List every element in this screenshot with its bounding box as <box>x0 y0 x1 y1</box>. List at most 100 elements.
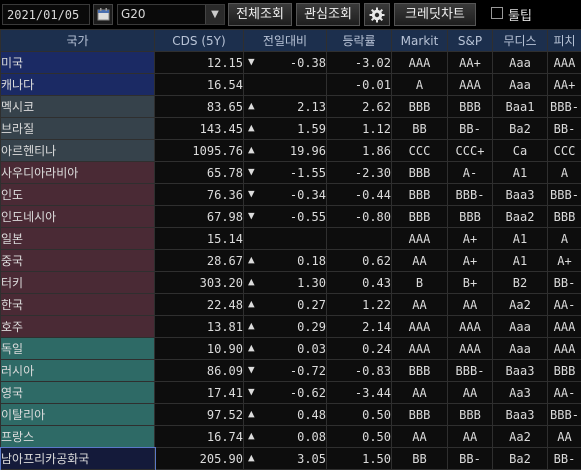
column-header-sp[interactable]: S&P <box>447 29 493 52</box>
country-cell[interactable]: 영국 <box>0 381 155 404</box>
overall-query-button[interactable]: 전체조회 <box>228 3 292 26</box>
change-value: 1.59 <box>297 121 326 136</box>
table-row[interactable]: 인도네시아 67.98 ▼ -0.55 -0.80 BBB BBB Baa2 BBB <box>0 205 581 228</box>
change-value: 3.05 <box>297 451 326 466</box>
table-row[interactable]: 중국 28.67 ▲ 0.18 0.62 AA A+ A1 A+ <box>0 249 581 272</box>
markit-cell: AA <box>391 381 448 404</box>
country-cell[interactable]: 사우디아라비아 <box>0 161 155 184</box>
country-cell[interactable]: 한국 <box>0 293 155 316</box>
table-row[interactable]: 이탈리아 97.52 ▲ 0.48 0.50 BBB BBB Baa3 BBB- <box>0 403 581 426</box>
table-row[interactable]: 아르헨티나 1095.76 ▲ 19.96 1.86 CCC CCC+ Ca CCC <box>0 139 581 162</box>
fitch-cell: BBB <box>547 359 581 382</box>
country-cell[interactable]: 아르헨티나 <box>0 139 155 162</box>
country-cell[interactable]: 러시아 <box>0 359 155 382</box>
change-value: 19.96 <box>289 143 326 158</box>
country-cell[interactable]: 호주 <box>0 315 155 338</box>
country-cell[interactable]: 남아프리카공화국 <box>0 446 156 470</box>
column-header-country[interactable]: 국가 <box>0 29 155 52</box>
table-row[interactable]: 멕시코 83.65 ▲ 2.13 2.62 BBB BBB Baa1 BBB- <box>0 95 581 118</box>
cds-cell: 143.45 <box>154 117 244 140</box>
table-row[interactable]: 브라질 143.45 ▲ 1.59 1.12 BB BB- Ba2 BB- <box>0 117 581 140</box>
column-header-rate[interactable]: 등락률 <box>326 29 392 52</box>
markit-cell: BB <box>391 447 448 470</box>
moodys-cell: Baa3 <box>492 359 548 382</box>
column-header-cds[interactable]: CDS (5Y) <box>154 29 244 52</box>
table-row[interactable]: 남아프리카공화국 205.90 ▲ 3.05 1.50 BB BB- Ba2 BB- <box>0 446 581 470</box>
tooltip-checkbox[interactable] <box>491 7 503 19</box>
country-cell[interactable]: 독일 <box>0 337 155 360</box>
table-row[interactable]: 프랑스 16.74 ▲ 0.08 0.50 AA AA Aa2 AA <box>0 425 581 448</box>
moodys-cell: Aa3 <box>492 381 548 404</box>
table-row[interactable]: 한국 22.48 ▲ 0.27 1.22 AA AA Aa2 AA- <box>0 293 581 316</box>
table-row[interactable]: 캐나다 16.54 -0.01 A AAA Aaa AA+ <box>0 73 581 96</box>
cds-cell: 28.67 <box>154 249 244 272</box>
table-row[interactable]: 터키 303.20 ▲ 1.30 0.43 B B+ B2 BB- <box>0 271 581 294</box>
country-cell[interactable]: 인도네시아 <box>0 205 155 228</box>
column-header-fitch[interactable]: 피치 <box>547 29 581 52</box>
table-row[interactable]: 일본 15.14 AAA A+ A1 A <box>0 227 581 250</box>
column-header-moodys[interactable]: 무디스 <box>492 29 548 52</box>
country-cell[interactable]: 캐나다 <box>0 73 155 96</box>
sp-cell: A- <box>447 161 493 184</box>
table-row[interactable]: 러시아 86.09 ▼ -0.72 -0.83 BBB BBB- Baa3 BBB <box>0 359 581 382</box>
markit-cell: BBB <box>391 161 448 184</box>
triangle-down-icon: ▼ <box>248 385 255 398</box>
fitch-cell: A <box>547 161 581 184</box>
table-row[interactable]: 인도 76.36 ▼ -0.34 -0.44 BBB BBB- Baa3 BBB- <box>0 183 581 206</box>
country-cell[interactable]: 브라질 <box>0 117 155 140</box>
table-row[interactable]: 미국 12.15 ▼ -0.38 -3.02 AAA AA+ Aaa AAA <box>0 51 581 74</box>
fitch-cell: AAA <box>547 337 581 360</box>
column-header-markit[interactable]: Markit <box>391 29 448 52</box>
triangle-up-icon: ▲ <box>248 319 255 332</box>
change-cell: ▼ -1.55 <box>243 161 327 184</box>
country-cell[interactable]: 프랑스 <box>0 425 155 448</box>
chevron-down-icon[interactable]: ▼ <box>205 5 224 24</box>
change-cell: ▲ 0.18 <box>243 249 327 272</box>
fitch-cell: AA- <box>547 293 581 316</box>
sp-cell: A+ <box>447 227 493 250</box>
markit-cell: BBB <box>391 95 448 118</box>
triangle-up-icon: ▲ <box>248 275 255 288</box>
change-value: -0.72 <box>289 363 326 378</box>
country-cell[interactable]: 인도 <box>0 183 155 206</box>
change-value: 0.18 <box>297 253 326 268</box>
change-cell: ▼ -0.55 <box>243 205 327 228</box>
triangle-up-icon: ▲ <box>248 297 255 310</box>
markit-cell: AA <box>391 425 448 448</box>
sp-cell: AAA <box>447 337 493 360</box>
table-row[interactable]: 독일 10.90 ▲ 0.03 0.24 AAA AAA Aaa AAA <box>0 337 581 360</box>
markit-cell: AA <box>391 293 448 316</box>
fitch-cell: AA+ <box>547 73 581 96</box>
table-row[interactable]: 영국 17.41 ▼ -0.62 -3.44 AA AA Aa3 AA- <box>0 381 581 404</box>
rate-cell: 1.12 <box>326 117 392 140</box>
moodys-cell: A1 <box>492 161 548 184</box>
country-cell[interactable]: 이탈리아 <box>0 403 155 426</box>
settings-button[interactable] <box>364 3 390 26</box>
group-select[interactable]: G20 ▼ <box>117 4 225 25</box>
country-cell[interactable]: 중국 <box>0 249 155 272</box>
table-row[interactable]: 호주 13.81 ▲ 0.29 2.14 AAA AAA Aaa AAA <box>0 315 581 338</box>
cds-cell: 13.81 <box>154 315 244 338</box>
change-cell: ▲ 19.96 <box>243 139 327 162</box>
sp-cell: BB- <box>447 447 493 470</box>
table-row[interactable]: 사우디아라비아 65.78 ▼ -1.55 -2.30 BBB A- A1 A <box>0 161 581 184</box>
favorite-query-button[interactable]: 관심조회 <box>296 3 360 26</box>
date-input[interactable]: 2021/01/05 <box>2 4 90 25</box>
moodys-cell: Baa1 <box>492 95 548 118</box>
change-cell: ▲ 0.27 <box>243 293 327 316</box>
country-cell[interactable]: 터키 <box>0 271 155 294</box>
change-cell: ▲ 0.29 <box>243 315 327 338</box>
triangle-down-icon: ▼ <box>248 187 255 200</box>
country-cell[interactable]: 멕시코 <box>0 95 155 118</box>
column-header-change[interactable]: 전일대비 <box>243 29 327 52</box>
rate-cell: -0.83 <box>326 359 392 382</box>
change-value: -0.34 <box>289 187 326 202</box>
change-value: -0.38 <box>289 55 326 70</box>
triangle-up-icon: ▲ <box>248 341 255 354</box>
calendar-button[interactable] <box>93 4 113 25</box>
country-cell[interactable]: 미국 <box>0 51 155 74</box>
fitch-cell: BB- <box>547 117 581 140</box>
fitch-cell: A <box>547 227 581 250</box>
country-cell[interactable]: 일본 <box>0 227 155 250</box>
credit-chart-button[interactable]: 크레딧차트 <box>394 3 476 26</box>
